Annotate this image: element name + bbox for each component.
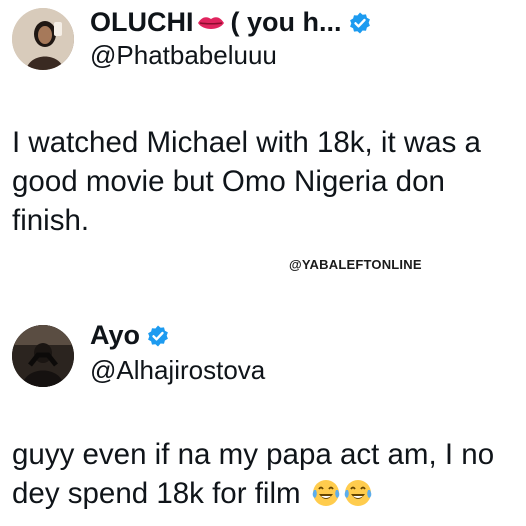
watermark: @YABALEFTONLINE <box>289 257 422 272</box>
author-name-row[interactable]: Ayo <box>90 320 170 351</box>
author-handle[interactable]: @Phatbabeluuu <box>90 40 277 71</box>
avatar[interactable] <box>12 8 74 70</box>
lips-emoji-icon <box>197 16 224 29</box>
author-handle[interactable]: @Alhajirostova <box>90 355 265 386</box>
avatar[interactable] <box>12 325 74 387</box>
tweet-card[interactable]: Ayo @Alhajirostova guyy even if na my pa… <box>0 310 526 526</box>
tweet-text: guyy even if na my papa act am, I no dey… <box>12 438 495 510</box>
tears-of-joy-emoji-icon <box>344 480 372 506</box>
tweet-card[interactable]: OLUCHI ( you h... @Phatbabeluuu I watche… <box>0 0 526 300</box>
tweet-text: I watched Michael with 18k, it was a goo… <box>12 126 481 237</box>
author-name-suffix[interactable]: ( you h... <box>231 7 342 38</box>
author-name-row[interactable]: OLUCHI ( you h... <box>90 7 372 38</box>
tweet-text-container: guyy even if na my papa act am, I no dey… <box>12 435 517 513</box>
tears-of-joy-emoji-icon <box>312 480 340 506</box>
verified-badge-icon <box>349 12 370 33</box>
avatar-photo-icon <box>12 8 74 70</box>
author-display-name[interactable]: OLUCHI <box>90 7 194 38</box>
avatar-photo-icon <box>12 325 74 387</box>
author-display-name[interactable]: Ayo <box>90 320 140 351</box>
verified-badge-icon <box>148 325 168 346</box>
